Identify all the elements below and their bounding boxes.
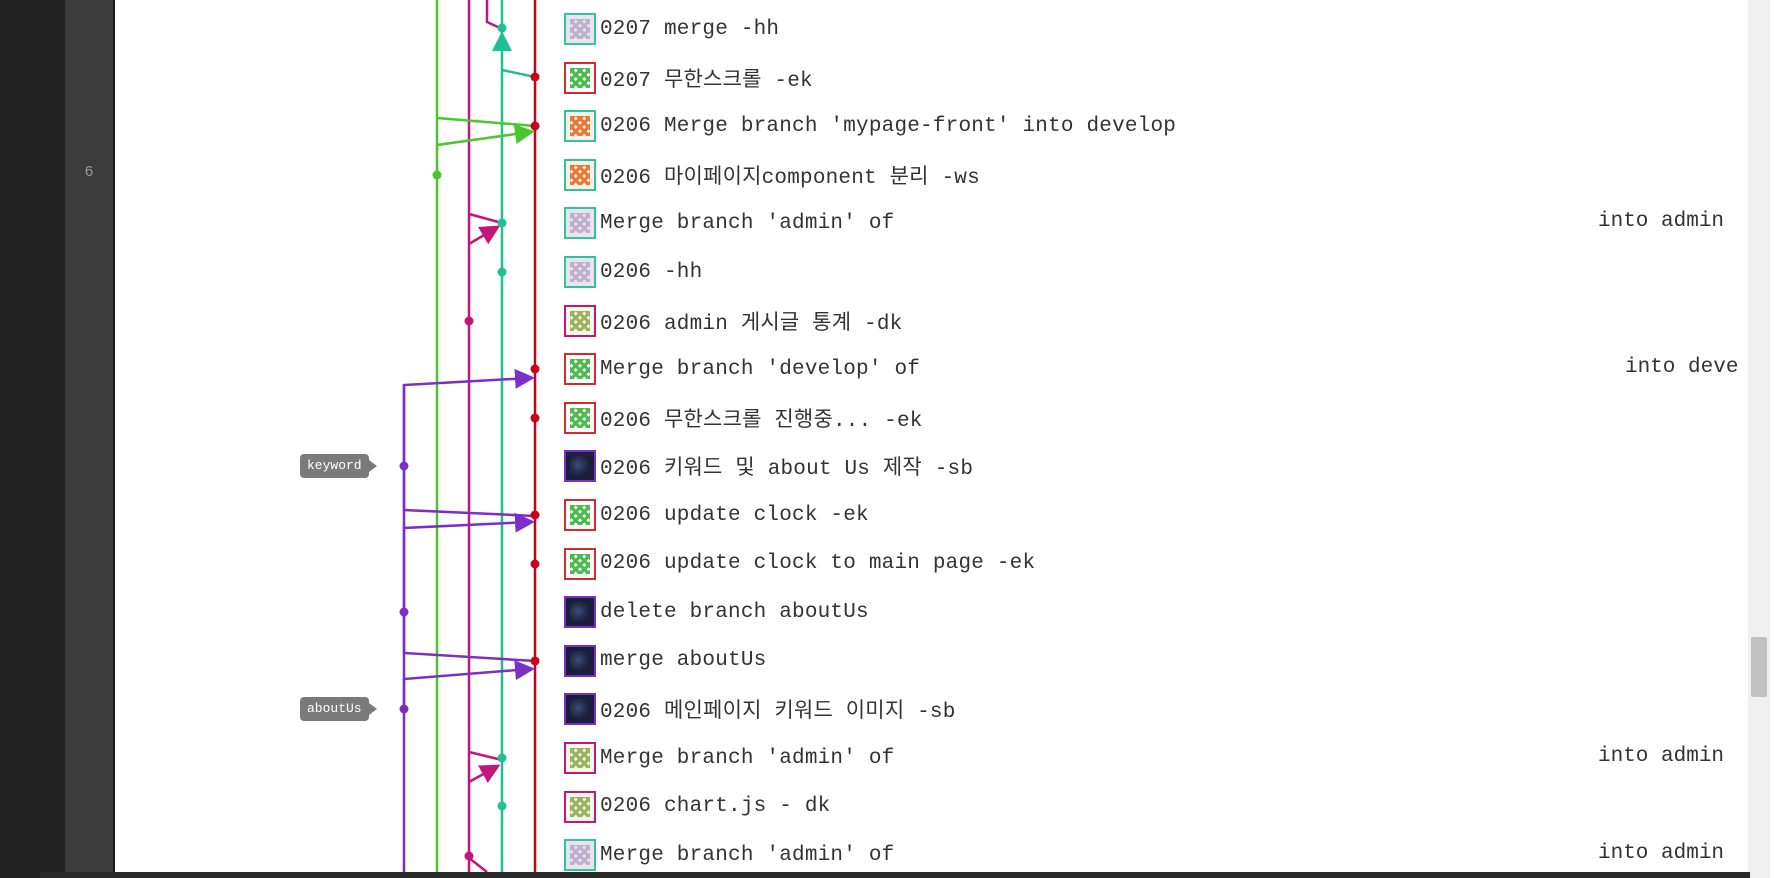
- node-red: [530, 413, 540, 423]
- edge-purple-1: [402, 368, 535, 465]
- edge-magenta-1: [468, 212, 503, 225]
- commit-row[interactable]: Merge branch 'develop' of: [564, 351, 920, 387]
- edge-teal-to-red: [501, 68, 536, 79]
- author-avatar: [564, 742, 596, 774]
- node-purple: [399, 461, 409, 471]
- commit-message: delete branch aboutUs: [600, 600, 869, 624]
- commit-message-suffix: into deve: [1625, 356, 1739, 380]
- node-red: [530, 121, 540, 131]
- commit-row[interactable]: Merge branch 'admin' of: [564, 740, 894, 776]
- commit-message: 0206 chart.js - dk: [600, 795, 831, 819]
- commit-message: 0206 마이페이지component 분리 -ws: [600, 166, 980, 190]
- commit-message: Merge branch 'admin' of: [600, 746, 895, 770]
- commit-row[interactable]: 0206 Merge branch 'mypage-front' into de…: [564, 108, 1176, 144]
- commit-message: 0207 merge -hh: [600, 17, 780, 41]
- vertical-scrollbar[interactable]: [1748, 0, 1770, 878]
- commit-message: 0206 update clock -ek: [600, 503, 869, 527]
- node-teal: [497, 267, 507, 277]
- commit-message: merge aboutUs: [600, 649, 767, 673]
- edge-magenta-4: [468, 764, 501, 784]
- author-avatar: [564, 256, 596, 288]
- node-magenta: [464, 316, 474, 326]
- commit-row[interactable]: Merge branch 'admin' of: [564, 205, 894, 241]
- node-teal: [497, 801, 507, 811]
- commit-row[interactable]: 0207 무한스크롤 -ek: [564, 60, 813, 96]
- edge-green-branch: [435, 124, 535, 150]
- commit-message: 0206 admin 게시글 통계 -dk: [600, 312, 903, 336]
- commit-row[interactable]: 0206 update clock to main page -ek: [564, 546, 1035, 582]
- edge-purple-3: [402, 512, 535, 612]
- node-red: [530, 72, 540, 82]
- commit-message: 0206 Merge branch 'mypage-front' into de…: [600, 114, 1177, 138]
- branch-tag-aboutus[interactable]: aboutUs: [300, 697, 377, 721]
- commit-graph: [399, 0, 540, 878]
- author-avatar: [564, 304, 596, 337]
- author-avatar: [564, 547, 596, 580]
- commit-message: 0207 무한스크롤 -ek: [600, 69, 813, 93]
- commit-message: 0206 메인페이지 키워드 이미지 -sb: [600, 701, 956, 725]
- edge-magenta-5: [468, 857, 488, 873]
- edge-green-to-red: [436, 116, 536, 128]
- commit-message: 0206 무한스크롤 진행중... -ek: [600, 409, 923, 433]
- edge-magenta-3: [468, 750, 503, 762]
- node-teal: [497, 753, 507, 763]
- author-avatar: [564, 499, 596, 531]
- author-avatar: [564, 61, 596, 94]
- edge-magenta-top: [485, 0, 501, 30]
- commit-message-suffix: into admin: [1598, 210, 1725, 234]
- node-magenta: [464, 851, 474, 861]
- commit-row[interactable]: delete branch aboutUs: [564, 594, 869, 630]
- commit-message-suffix: into admin: [1598, 745, 1725, 768]
- node-green: [432, 170, 442, 180]
- edge-magenta-2: [468, 225, 501, 246]
- author-avatar: [564, 110, 596, 143]
- node-purple: [399, 704, 409, 714]
- edge-purple-5: [402, 660, 535, 708]
- node-teal: [497, 218, 507, 228]
- node-red: [530, 559, 540, 569]
- commit-message: Merge branch 'develop' of: [600, 357, 921, 381]
- commit-row[interactable]: 0206 admin 게시글 통계 -dk: [564, 303, 902, 339]
- author-avatar: [564, 207, 596, 240]
- commit-row[interactable]: merge aboutUs: [564, 643, 766, 679]
- node-red: [530, 656, 540, 666]
- commit-row[interactable]: 0206 update clock -ek: [564, 497, 869, 533]
- commit-message: 0206 -hh: [600, 260, 703, 284]
- commit-message: 0206 키워드 및 about Us 제작 -sb: [600, 458, 974, 482]
- author-avatar: [564, 790, 596, 823]
- commit-row[interactable]: 0206 무한스크롤 진행중... -ek: [564, 400, 923, 436]
- git-graph-view: 6 keyword aboutUs 0207 merge -hh 0207 무한…: [0, 0, 1774, 878]
- commit-message: Merge branch 'admin' of: [600, 843, 895, 867]
- author-avatar: [564, 450, 596, 483]
- author-avatar: [564, 401, 596, 434]
- node-red: [530, 510, 540, 520]
- author-avatar: [564, 13, 596, 45]
- commit-row[interactable]: 0206 마이페이지component 분리 -ws: [564, 157, 980, 193]
- scrollbar-thumb[interactable]: [1751, 637, 1767, 697]
- node-red: [530, 364, 540, 374]
- commit-message: 0206 update clock to main page -ek: [600, 552, 1036, 576]
- commit-message-suffix: into admin: [1598, 842, 1725, 866]
- commit-row[interactable]: 0206 -hh: [564, 254, 702, 290]
- commit-row[interactable]: 0207 merge -hh: [564, 11, 779, 47]
- commit-row[interactable]: 0206 chart.js - dk: [564, 789, 830, 825]
- node-purple: [399, 607, 409, 617]
- branch-tag-keyword[interactable]: keyword: [300, 454, 377, 478]
- author-avatar: [564, 353, 596, 386]
- node-teal: [497, 23, 507, 33]
- commit-message: Merge branch 'admin' of: [600, 211, 895, 235]
- author-avatar: [564, 158, 596, 191]
- bottom-edge-bar: [40, 872, 1750, 878]
- author-avatar: [564, 839, 596, 872]
- commit-row[interactable]: Merge branch 'admin' of: [564, 837, 894, 873]
- author-avatar: [564, 693, 596, 726]
- author-avatar: [564, 644, 596, 677]
- commit-row[interactable]: 0206 키워드 및 about Us 제작 -sb: [564, 448, 973, 484]
- commit-row[interactable]: 0206 메인페이지 키워드 이미지 -sb: [564, 691, 956, 727]
- author-avatar: [564, 596, 596, 629]
